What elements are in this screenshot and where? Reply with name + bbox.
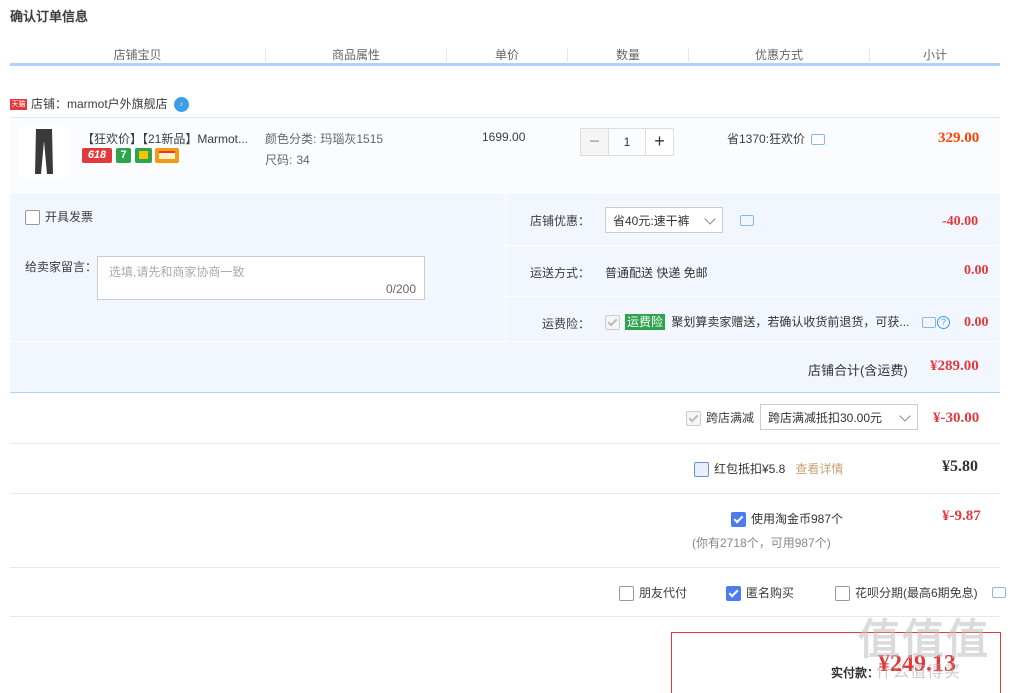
section-divider	[10, 493, 1000, 494]
service-icon	[135, 148, 152, 163]
wangwang-chat-icon[interactable]: ♪	[173, 97, 189, 113]
chevron-down-icon	[704, 213, 716, 225]
col-header-attributes: 商品属性	[331, 48, 380, 62]
coins-note: (你有2718个，可用987个)	[692, 536, 831, 550]
invoice-option[interactable]: 开具发票	[25, 208, 94, 226]
shipping-value: 0.00	[964, 263, 989, 278]
insurance-value: 0.00	[964, 315, 989, 330]
chevron-down-icon	[899, 410, 911, 422]
shop-name[interactable]: marmot户外旗舰店	[67, 97, 168, 111]
coins-value: ¥-9.87	[942, 508, 981, 524]
friend-pay-option[interactable]: 朋友代付	[619, 584, 688, 602]
anonymous-checkbox[interactable]	[726, 586, 741, 602]
color-label: 颜色分类:	[265, 132, 317, 146]
watermark-text: 什么值得买	[876, 664, 962, 681]
color-value: 玛瑙灰1515	[320, 132, 384, 146]
insurance-tag: 运费险	[625, 314, 666, 330]
shipping-label: 运送方式：	[530, 266, 591, 280]
product-name-link[interactable]: 【狂欢价】【21新品】Marmot...	[82, 130, 262, 147]
anonymous-option[interactable]: 匿名购买	[726, 584, 795, 602]
redpacket-checkbox[interactable]	[694, 462, 709, 478]
col-header-discount: 优惠方式	[754, 48, 803, 62]
section-divider	[10, 616, 1000, 617]
qty-plus-button[interactable]: +	[645, 129, 673, 155]
section-divider	[10, 443, 1000, 444]
insurance-chat-icon[interactable]	[922, 317, 936, 328]
qty-input[interactable]: 1	[608, 129, 645, 155]
shop-discount-label: 店铺优惠：	[530, 214, 591, 228]
cross-shop-selected: 跨店满减抵扣30.00元	[768, 411, 883, 425]
shop-total-value: ¥289.00	[930, 358, 979, 374]
size-label: 尺码:	[265, 153, 293, 167]
coins-label: 使用淘金币987个	[751, 512, 844, 526]
cross-shop-select[interactable]: 跨店满减抵扣30.00元	[760, 404, 918, 430]
insurance-checkbox[interactable]	[605, 315, 620, 331]
page-title: 确认订单信息	[10, 9, 89, 24]
cross-shop-value: ¥-30.00	[933, 410, 980, 426]
invoice-label: 开具发票	[45, 210, 94, 224]
message-placeholder: 选填,请先和商家协商一致	[109, 265, 245, 279]
seller-message-field[interactable]: 选填,请先和商家协商一致 0/200	[97, 256, 425, 300]
insurance-text: 聚划算卖家赠送，若确认收货前退货，可获...	[671, 315, 910, 329]
coins-option: 使用淘金币987个	[731, 510, 844, 528]
redpacket-label: 红包抵扣¥5.8	[714, 462, 786, 476]
message-label: 给卖家留言：	[25, 260, 98, 274]
cross-shop-option: 跨店满减	[686, 409, 755, 427]
7day-return-icon: 7	[116, 148, 131, 163]
shop-discount-selected: 省40元:速干裤	[613, 214, 690, 228]
discount-text: 省1370:狂欢价	[727, 132, 806, 146]
row-divider	[505, 296, 1000, 297]
shop-discount-chat-icon[interactable]	[740, 215, 754, 226]
panel-divider	[505, 194, 506, 341]
redpacket-value: ¥5.80	[942, 458, 978, 475]
redpacket-detail-link[interactable]: 查看详情	[795, 462, 843, 476]
col-header-subtotal: 小计	[922, 48, 947, 62]
redpacket-option: 红包抵扣¥5.8 查看详情	[694, 460, 843, 478]
shop-header: 天猫 店铺：marmot户外旗舰店 ♪	[10, 95, 189, 113]
618-badge-icon: 618	[82, 148, 112, 163]
shipping-method: 普通配送 快递 免邮	[605, 266, 708, 280]
cross-shop-checkbox[interactable]	[686, 411, 701, 427]
col-header-quantity: 数量	[615, 48, 640, 62]
header-underline	[10, 63, 1000, 66]
row-divider	[505, 245, 1000, 246]
discount-chat-icon[interactable]	[811, 134, 826, 146]
unit-price: 1699.00	[482, 130, 526, 144]
item-size-attr: 尺码: 34	[265, 151, 310, 168]
message-counter: 0/200	[385, 282, 416, 296]
tmall-icon: 天猫	[10, 99, 27, 111]
shop-total-label: 店铺合计(含运费)	[808, 363, 908, 378]
size-value: 34	[296, 153, 310, 167]
huabei-chat-icon[interactable]	[992, 587, 1006, 598]
help-icon[interactable]: ?	[937, 316, 950, 329]
friend-pay-checkbox[interactable]	[619, 586, 634, 602]
qty-minus-button[interactable]: −	[581, 129, 608, 155]
item-color-attr: 颜色分类: 玛瑙灰1515	[265, 130, 383, 147]
shop-label: 店铺：	[31, 97, 68, 111]
insurance-label: 运费险：	[542, 317, 591, 331]
col-header-shop-item: 店铺宝贝	[113, 48, 162, 62]
card-pay-icon	[155, 148, 179, 163]
shop-discount-select[interactable]: 省40元:速干裤	[605, 207, 723, 233]
huabei-option[interactable]: 花呗分期(最高6期免息)	[835, 584, 978, 602]
shop-discount-value: -40.00	[942, 214, 979, 229]
invoice-checkbox[interactable]	[25, 210, 40, 226]
anonymous-label: 匿名购买	[746, 586, 795, 600]
section-divider	[10, 567, 1000, 568]
coins-checkbox[interactable]	[731, 512, 746, 528]
cross-shop-label: 跨店满减	[706, 411, 755, 425]
quantity-stepper: − 1 +	[580, 128, 674, 156]
huabei-label: 花呗分期(最高6期免息)	[855, 586, 978, 600]
huabei-checkbox[interactable]	[835, 586, 850, 602]
friend-pay-label: 朋友代付	[639, 586, 688, 600]
pants-image	[35, 129, 53, 174]
col-header-unit-price: 单价	[494, 48, 519, 62]
insurance-option: 运费险 聚划算卖家赠送，若确认收货前退货，可获...	[605, 313, 910, 331]
item-subtotal: 329.00	[938, 130, 980, 146]
item-discount: 省1370:狂欢价	[727, 130, 826, 147]
